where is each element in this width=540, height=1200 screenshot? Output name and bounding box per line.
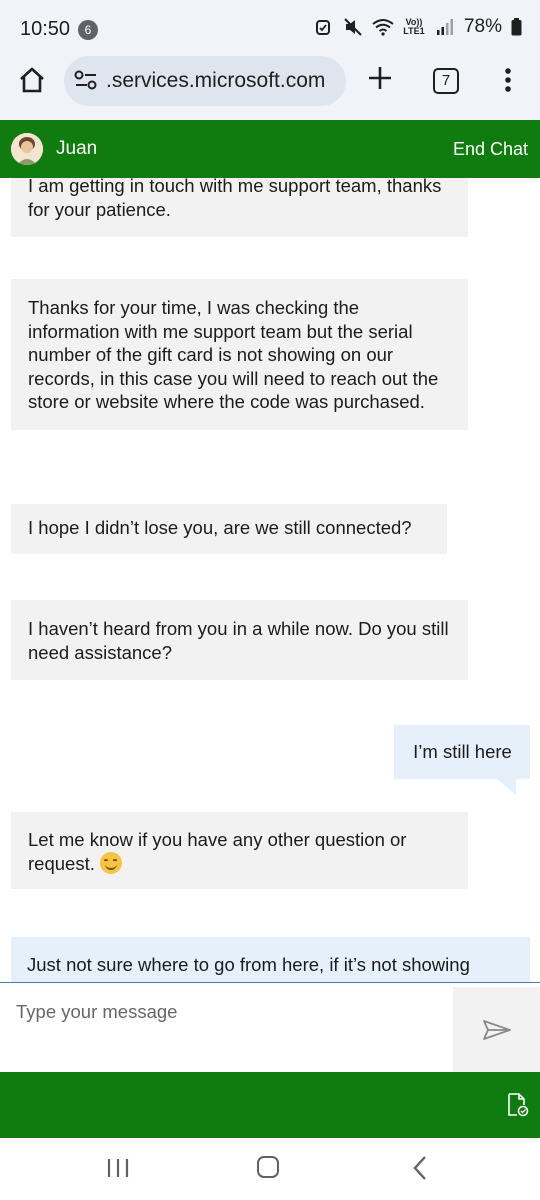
agent-message-text: Let me know if you have any other questi… bbox=[28, 829, 407, 874]
agent-name: Juan bbox=[56, 138, 98, 159]
message-composer bbox=[0, 982, 540, 1073]
agent-message: Thanks for your time, I was checking the… bbox=[11, 279, 468, 430]
url-text[interactable]: .services.microsoft.com bbox=[106, 69, 325, 93]
recents-icon[interactable] bbox=[106, 1158, 130, 1178]
status-time: 10:50 bbox=[20, 18, 71, 40]
more-menu-icon[interactable] bbox=[500, 66, 516, 96]
alarm-icon bbox=[312, 16, 334, 38]
home-icon[interactable] bbox=[18, 66, 46, 94]
send-icon bbox=[482, 1020, 511, 1040]
user-message: I’m still here bbox=[394, 725, 530, 779]
agent-avatar bbox=[11, 133, 43, 165]
address-bar[interactable]: .services.microsoft.com bbox=[64, 56, 346, 106]
browser-toolbar: .services.microsoft.com 7 bbox=[0, 56, 540, 120]
chat-header: Juan End Chat bbox=[0, 120, 540, 178]
tab-switcher-icon[interactable]: 7 bbox=[433, 68, 459, 94]
smiling-face-emoji-icon bbox=[100, 851, 122, 874]
chat-footer bbox=[0, 1072, 540, 1138]
network-type-label: Vo)) LTE1 bbox=[402, 16, 426, 38]
user-bubble-tail bbox=[496, 778, 516, 795]
agent-message: I hope I didn’t lose you, are we still c… bbox=[11, 504, 447, 554]
signal-icon bbox=[434, 16, 456, 38]
network-label-bottom: LTE1 bbox=[403, 26, 425, 36]
user-message: Just not sure where to go from here, if … bbox=[11, 937, 530, 982]
agent-message: I haven’t heard from you in a while now.… bbox=[11, 600, 468, 680]
message-input[interactable] bbox=[0, 983, 452, 1071]
agent-message: I am getting in touch with me support te… bbox=[11, 178, 468, 237]
notification-count-badge: 6 bbox=[78, 20, 98, 40]
status-icons: Vo)) LTE1 78% bbox=[312, 16, 522, 38]
battery-percentage: 78% bbox=[463, 16, 502, 37]
nav-home-icon[interactable] bbox=[257, 1156, 279, 1178]
back-icon[interactable] bbox=[411, 1155, 429, 1181]
status-bar: 10:50 6 Vo)) LTE1 78% bbox=[0, 0, 540, 56]
battery-icon bbox=[510, 16, 522, 38]
agent-message: Let me know if you have any other questi… bbox=[11, 812, 468, 889]
download-transcript-icon[interactable] bbox=[507, 1093, 529, 1117]
wifi-icon bbox=[372, 16, 394, 38]
site-settings-icon[interactable] bbox=[74, 70, 100, 92]
mute-icon bbox=[342, 16, 364, 38]
new-tab-icon[interactable] bbox=[366, 64, 394, 94]
chat-transcript[interactable]: I am getting in touch with me support te… bbox=[0, 178, 540, 982]
system-navigation-bar bbox=[0, 1138, 540, 1200]
send-button[interactable] bbox=[453, 987, 540, 1073]
end-chat-button[interactable]: End Chat bbox=[453, 139, 528, 160]
